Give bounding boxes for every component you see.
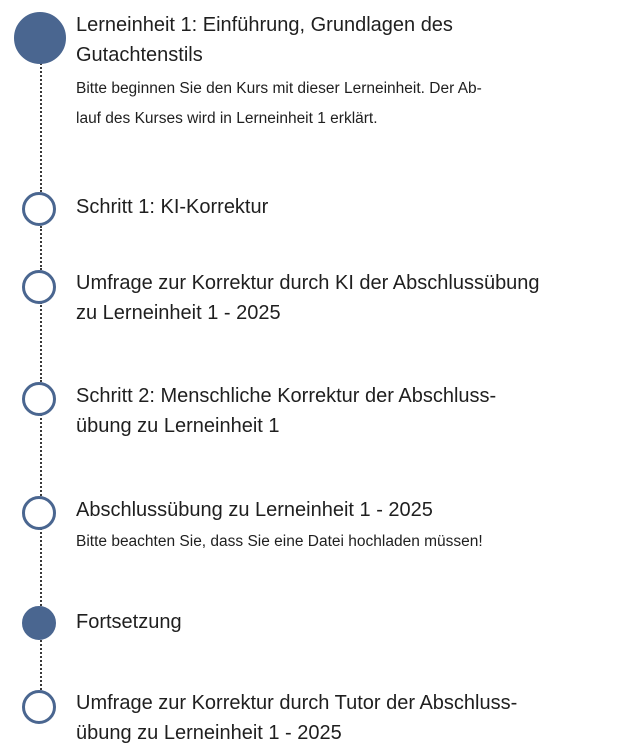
timeline-connector [40,640,42,690]
timeline-item-ki-korrektur[interactable]: Schritt 1: KI-Korrektur [76,192,626,222]
timeline-item-lerneinheit-1[interactable]: Lerneinheit 1: Einführung, Grundlagen de… [76,10,626,134]
item-title-line: Lerneinheit 1: Einführung, Grundlagen de… [76,14,453,36]
item-title-line: zu Lerneinheit 1 - 2025 [76,302,281,324]
timeline-connector [40,60,42,192]
timeline-connector [40,528,42,606]
status-filled-circle-icon [22,606,56,640]
status-hollow-circle-icon [22,270,56,304]
timeline-item-fortsetzung[interactable]: Fortsetzung [76,607,626,637]
timeline-item-abschlussuebung[interactable]: Abschlussübung zu Lerneinheit 1 - 2025 B… [76,495,626,557]
timeline-connector [40,226,42,270]
status-hollow-circle-icon [22,496,56,530]
status-filled-circle-icon [14,12,66,64]
item-description-line: lauf des Kurses wird in Lerneinheit 1 er… [76,110,378,127]
timeline-item-umfrage-ki[interactable]: Umfrage zur Korrektur durch KI der Absch… [76,268,626,328]
item-title-line: Umfrage zur Korrektur durch Tutor der Ab… [76,692,518,714]
course-timeline: Lerneinheit 1: Einführung, Grundlagen de… [0,0,635,749]
item-description-line: Bitte beginnen Sie den Kurs mit dieser L… [76,80,482,97]
status-hollow-circle-icon [22,382,56,416]
status-hollow-circle-icon [22,690,56,724]
item-title-link[interactable]: Schritt 2: Menschliche Korrektur der Abs… [76,381,626,441]
item-title-line: Fortsetzung [76,611,182,633]
item-title-link[interactable]: Umfrage zur Korrektur durch Tutor der Ab… [76,688,626,748]
timeline-connector [40,414,42,496]
item-title-link[interactable]: Fortsetzung [76,607,626,637]
timeline-connector [40,302,42,382]
timeline-item-umfrage-tutor[interactable]: Umfrage zur Korrektur durch Tutor der Ab… [76,688,626,748]
item-description: Bitte beachten Sie, dass Sie eine Datei … [76,527,626,557]
item-description-line: Bitte beachten Sie, dass Sie eine Datei … [76,533,483,550]
status-hollow-circle-icon [22,192,56,226]
item-title-line: übung zu Lerneinheit 1 - 2025 [76,722,342,744]
item-title-link[interactable]: Abschlussübung zu Lerneinheit 1 - 2025 [76,495,626,525]
item-title-line: Gutachtenstils [76,44,203,66]
item-title-line: übung zu Lerneinheit 1 [76,415,280,437]
item-title-line: Schritt 2: Menschliche Korrektur der Abs… [76,385,497,407]
item-title-link[interactable]: Schritt 1: KI-Korrektur [76,192,626,222]
item-title-line: Abschlussübung zu Lerneinheit 1 - 2025 [76,499,433,521]
item-title-link[interactable]: Lerneinheit 1: Einführung, Grundlagen de… [76,10,626,70]
item-title-link[interactable]: Umfrage zur Korrektur durch KI der Absch… [76,268,626,328]
item-title-line: Umfrage zur Korrektur durch KI der Absch… [76,272,540,294]
item-description: Bitte beginnen Sie den Kurs mit dieser L… [76,74,626,134]
item-title-line: Schritt 1: KI-Korrektur [76,196,269,218]
timeline-item-menschliche-korrektur[interactable]: Schritt 2: Menschliche Korrektur der Abs… [76,381,626,441]
